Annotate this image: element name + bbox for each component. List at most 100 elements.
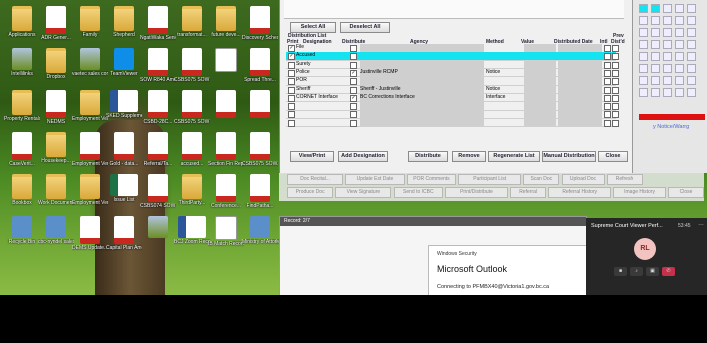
agency-cell[interactable]: Sheriff - Justinville [360, 85, 484, 93]
print-checkbox[interactable] [288, 103, 295, 111]
print-checkbox[interactable] [288, 69, 295, 77]
bg-row1-button[interactable]: POR Comments [406, 174, 457, 185]
value-cell[interactable] [524, 77, 556, 85]
desktop-icon[interactable]: Spread Thre... [242, 48, 278, 83]
desktop-icon[interactable]: Bookbox [4, 174, 40, 206]
bg-row2-button[interactable]: Print/Distribute [445, 187, 508, 198]
desktop-icon[interactable] [242, 90, 278, 119]
intl-checkbox[interactable] [604, 86, 611, 94]
desktop-icon[interactable]: Dropbox [38, 48, 74, 80]
prev-dist-checkbox[interactable] [612, 103, 619, 111]
desktop-icon[interactable]: Employment Verification [72, 174, 108, 206]
agency-cell[interactable] [360, 60, 484, 69]
bg-row1-button[interactable]: Update Est Date [345, 174, 405, 185]
desktop-icon[interactable]: Ministry of Attorney G... [242, 216, 278, 245]
intl-checkbox[interactable] [604, 94, 611, 102]
distribute-checkbox[interactable] [350, 111, 357, 119]
desktop-icon[interactable]: Employment Verification [72, 132, 108, 167]
share-screen-icon[interactable]: ▣ [646, 267, 659, 276]
distribute-checkbox[interactable] [350, 78, 357, 86]
view-print-button[interactable]: View/Print [290, 151, 334, 162]
agency-cell[interactable]: Justinville RCMP [360, 68, 484, 77]
desktop-icon[interactable]: future deve... [208, 6, 244, 38]
desktop-icon[interactable] [208, 90, 244, 119]
desktop-icon[interactable]: Housekeep... [38, 132, 74, 164]
table-row[interactable]: Sheriff Sheriff - Justinville Notice [286, 85, 619, 94]
desktop-icon[interactable]: CSBS075 SOW Incident... [174, 90, 210, 125]
bg-row1-button[interactable]: Upload Doc [561, 174, 605, 185]
desktop-icon[interactable]: Applications [4, 6, 40, 38]
intl-checkbox[interactable] [604, 119, 611, 127]
desktop-icon[interactable]: Shepherd [106, 6, 142, 38]
bg-row2-button[interactable]: Close [668, 187, 704, 198]
prev-dist-checkbox[interactable] [612, 111, 619, 119]
bg-row1-button[interactable]: Participant List [458, 174, 522, 185]
distribute-checkbox[interactable] [350, 103, 357, 111]
remove-button[interactable]: Remove [452, 151, 486, 162]
prev-dist-checkbox[interactable] [612, 86, 619, 94]
value-cell[interactable] [524, 68, 556, 77]
manual-distribution-button[interactable]: Manual Distribution [542, 151, 596, 162]
agency-cell[interactable] [360, 77, 484, 85]
value-cell[interactable] [524, 85, 556, 93]
prev-dist-checkbox[interactable] [612, 94, 619, 102]
bg-row2-button[interactable]: Produce Doc [287, 187, 334, 198]
agency-cell[interactable] [360, 110, 484, 118]
desktop-icon[interactable]: Referral/Ta... [140, 132, 176, 167]
value-cell[interactable] [524, 110, 556, 118]
distribute-checkbox[interactable] [350, 86, 357, 94]
value-cell[interactable] [524, 44, 556, 52]
value-cell[interactable] [524, 93, 556, 102]
table-row[interactable] [286, 110, 619, 119]
more-options-icon[interactable]: … [698, 221, 704, 227]
desktop-icon[interactable]: TeamViewer [106, 48, 142, 77]
bg-row1-button[interactable]: Scan Doc [523, 174, 560, 185]
table-row[interactable] [286, 102, 619, 111]
desktop-icon[interactable]: vaetec sales contact.png [72, 48, 108, 77]
desktop-icon[interactable]: IB Match Recordings... [208, 216, 244, 247]
bg-row2-button[interactable]: Referral [509, 187, 547, 198]
print-checkbox[interactable] [288, 86, 295, 94]
desktop-icon[interactable] [140, 216, 176, 239]
distributed-date-cell[interactable] [558, 93, 602, 102]
desktop-icon[interactable]: Recycle Bin [4, 216, 40, 245]
bg-row2-button[interactable]: Image History [613, 187, 666, 198]
value-cell[interactable] [524, 102, 556, 110]
intl-checkbox[interactable] [604, 69, 611, 77]
distribute-checkbox[interactable]: ✓ [350, 94, 357, 102]
desktop-icon[interactable]: Issue List [106, 174, 142, 203]
distribute-checkbox[interactable] [350, 45, 357, 52]
print-checkbox[interactable] [288, 94, 295, 102]
prev-dist-checkbox[interactable] [612, 45, 619, 52]
bg-row2-button[interactable]: Send to ICBC [393, 187, 444, 198]
desktop-icon[interactable]: Capital Plan Amend... [106, 216, 142, 251]
distributed-date-cell[interactable] [558, 85, 602, 93]
distribute-checkbox[interactable] [350, 53, 357, 61]
bg-row2-button[interactable]: View Signature [335, 187, 392, 198]
distributed-date-cell[interactable] [558, 102, 602, 110]
desktop-icon[interactable]: Family [72, 6, 108, 38]
mic-icon[interactable]: ♪ [630, 267, 643, 276]
select-all-button[interactable]: Select All [290, 22, 336, 33]
agency-cell[interactable] [360, 118, 484, 127]
desktop-icon[interactable]: transformat... [174, 6, 210, 38]
desktop-icon[interactable]: CSBD-28C... [140, 90, 176, 125]
add-designation-button[interactable]: Add Designation [338, 151, 388, 162]
desktop-icon[interactable]: Gold - data... [106, 132, 142, 167]
intl-checkbox[interactable] [604, 103, 611, 111]
bg-row1-button[interactable]: Doc Recital... [287, 174, 344, 185]
prev-dist-checkbox[interactable] [612, 53, 619, 61]
intl-checkbox[interactable] [604, 61, 611, 69]
distributed-date-cell[interactable] [558, 60, 602, 69]
bg-row2-button[interactable]: Referral History [548, 187, 612, 198]
camera-icon[interactable]: ■ [614, 267, 627, 276]
print-checkbox[interactable]: ✓ [288, 53, 295, 61]
desktop-icon[interactable]: NgatiWaka Senior BU [140, 6, 176, 41]
table-row[interactable]: POR [286, 77, 619, 86]
table-row[interactable] [286, 118, 619, 128]
print-checkbox[interactable]: ✓ [288, 45, 295, 52]
desktop-icon[interactable]: DEMS Update... [72, 216, 108, 251]
desktop-icon[interactable]: Property Rentals [4, 90, 40, 122]
value-cell[interactable] [524, 118, 556, 127]
table-row[interactable]: Police ✓ Justinville RCMP Notice [286, 68, 619, 78]
